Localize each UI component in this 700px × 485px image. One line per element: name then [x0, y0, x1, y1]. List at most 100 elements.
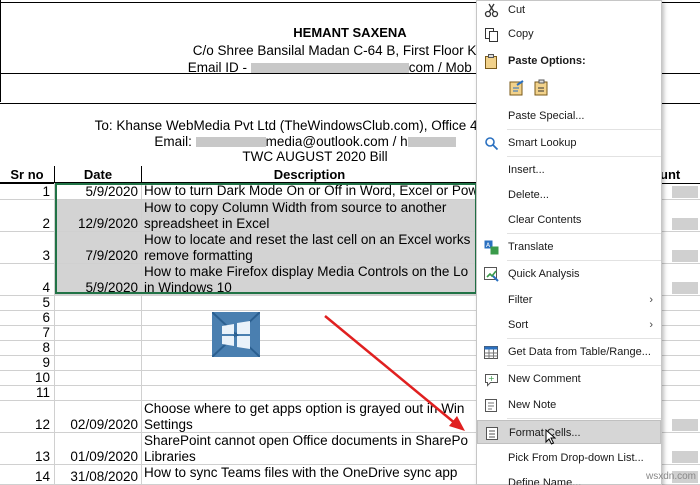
scissors-icon: [484, 3, 499, 18]
format-cells-icon: [486, 427, 498, 440]
srno-cell[interactable]: 10: [0, 371, 55, 385]
menu-separator: [507, 233, 661, 234]
description-cell[interactable]: SharePoint cannot open Office documents …: [142, 433, 477, 464]
date-cell[interactable]: 01/09/2020: [55, 433, 142, 464]
date-cell[interactable]: [55, 371, 142, 385]
header-date[interactable]: Date: [55, 166, 142, 183]
comment-icon: +: [485, 374, 498, 387]
description-cell[interactable]: [142, 356, 477, 370]
description-line: Settings: [144, 417, 193, 432]
watermark: wsxdn.com: [645, 471, 696, 482]
menu-smart-lookup[interactable]: Smart Lookup: [477, 131, 661, 155]
redacted-amount: [672, 451, 698, 463]
paste-formatting-icon[interactable]: [508, 79, 526, 97]
quick-analysis-icon: [484, 267, 499, 282]
date-cell[interactable]: 7/9/2020: [55, 232, 142, 263]
svg-text:+: +: [488, 374, 495, 383]
menu-separator: [507, 156, 661, 157]
description-cell[interactable]: How to turn Dark Mode On or Off in Word,…: [142, 183, 477, 199]
date-cell[interactable]: 5/9/2020: [55, 183, 142, 199]
description-cell[interactable]: [142, 326, 477, 340]
description-line: SharePoint cannot open Office documents …: [144, 433, 468, 448]
menu-define-name[interactable]: Define Name...: [477, 471, 661, 485]
menu-translate[interactable]: A Translate: [477, 235, 661, 259]
srno-cell[interactable]: 1: [0, 183, 55, 199]
context-menu[interactable]: Cut Copy Paste Options: Paste Special...…: [476, 0, 662, 485]
table-icon: [484, 346, 498, 359]
menu-clear-contents[interactable]: Clear Contents: [477, 208, 661, 232]
search-icon: [485, 137, 499, 151]
menu-quick-analysis[interactable]: Quick Analysis: [477, 262, 661, 286]
menu-delete[interactable]: Delete...: [477, 183, 661, 207]
description-line: remove formatting: [144, 248, 253, 263]
date-cell[interactable]: 31/08/2020: [55, 465, 142, 484]
windows-logo: [211, 311, 261, 358]
description-cell[interactable]: How to make Firefox display Media Contro…: [142, 264, 477, 295]
srno-cell[interactable]: 12: [0, 401, 55, 432]
copy-icon: [485, 28, 498, 42]
description-line: in Windows 10: [144, 280, 232, 295]
description-line: How to copy Column Width from source to …: [144, 200, 447, 215]
date-cell[interactable]: 02/09/2020: [55, 401, 142, 432]
menu-paste-options: Paste Options:: [477, 49, 661, 73]
srno-cell[interactable]: 13: [0, 433, 55, 464]
header-description[interactable]: Description: [142, 166, 477, 183]
srno-cell[interactable]: 4: [0, 264, 55, 295]
note-icon: [485, 399, 497, 412]
redacted-email-2: [195, 137, 266, 148]
header-srno[interactable]: Sr no: [0, 166, 55, 183]
description-cell[interactable]: How to locate and reset the last cell on…: [142, 232, 477, 263]
clipboard-icon: [485, 54, 497, 69]
chevron-right-icon: ›: [649, 319, 653, 331]
srno-cell[interactable]: 2: [0, 200, 55, 231]
description-line: spreadsheet in Excel: [144, 216, 270, 231]
description-cell[interactable]: How to sync Teams files with the OneDriv…: [142, 465, 477, 484]
header-amount[interactable]: unt: [660, 166, 680, 183]
menu-get-data[interactable]: Get Data from Table/Range...: [477, 340, 661, 364]
date-cell[interactable]: [55, 356, 142, 370]
description-cell[interactable]: [142, 296, 477, 310]
menu-copy[interactable]: Copy: [477, 22, 661, 46]
date-cell[interactable]: [55, 341, 142, 355]
menu-new-comment[interactable]: + New Comment: [477, 367, 661, 391]
description-cell[interactable]: How to copy Column Width from source to …: [142, 200, 477, 231]
srno-cell[interactable]: 9: [0, 356, 55, 370]
date-cell[interactable]: 12/9/2020: [55, 200, 142, 231]
menu-separator: [507, 418, 661, 419]
srno-cell[interactable]: 3: [0, 232, 55, 263]
date-cell[interactable]: [55, 311, 142, 325]
menu-separator: [507, 338, 661, 339]
srno-cell[interactable]: 11: [0, 386, 55, 400]
menu-new-note[interactable]: New Note: [477, 393, 661, 417]
redacted-amount: [672, 419, 698, 431]
description-line: How to sync Teams files with the OneDriv…: [144, 465, 458, 480]
redacted-amount: [672, 282, 698, 294]
description-cell[interactable]: [142, 371, 477, 385]
paste-values-icon[interactable]: [533, 79, 551, 97]
srno-cell[interactable]: 7: [0, 326, 55, 340]
srno-cell[interactable]: 14: [0, 465, 55, 484]
description-cell[interactable]: [142, 311, 477, 325]
description-cell[interactable]: Choose where to get apps option is graye…: [142, 401, 477, 432]
date-cell[interactable]: [55, 296, 142, 310]
chevron-right-icon: ›: [649, 294, 653, 306]
description-cell[interactable]: [142, 386, 477, 400]
menu-pick-dropdown[interactable]: Pick From Drop-down List...: [477, 446, 661, 470]
srno-cell[interactable]: 5: [0, 296, 55, 310]
redacted-email: [250, 63, 361, 74]
menu-sort[interactable]: Sort ›: [477, 313, 661, 337]
menu-cut[interactable]: Cut: [477, 0, 661, 22]
date-cell[interactable]: [55, 326, 142, 340]
description-cell[interactable]: [142, 341, 477, 355]
menu-insert[interactable]: Insert...: [477, 158, 661, 182]
redacted-domain: [360, 63, 409, 74]
menu-paste-special[interactable]: Paste Special...: [477, 104, 661, 128]
srno-cell[interactable]: 8: [0, 341, 55, 355]
description-line: How to locate and reset the last cell on…: [144, 232, 471, 247]
srno-cell[interactable]: 6: [0, 311, 55, 325]
date-cell[interactable]: 5/9/2020: [55, 264, 142, 295]
redacted-amount: [672, 186, 698, 198]
menu-filter[interactable]: Filter ›: [477, 288, 661, 312]
date-cell[interactable]: [55, 386, 142, 400]
menu-format-cells[interactable]: Format Cells...: [477, 420, 661, 444]
